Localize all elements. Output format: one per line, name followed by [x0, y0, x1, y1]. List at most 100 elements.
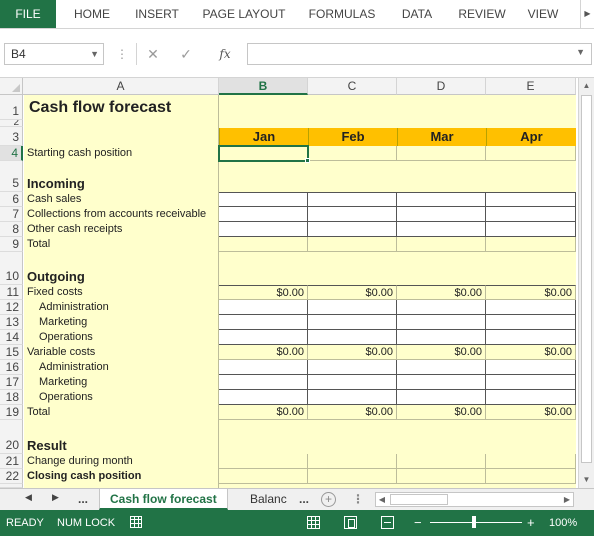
- incoming-item-cash-sales[interactable]: Cash sales: [24, 192, 218, 207]
- select-all-corner[interactable]: [0, 78, 23, 95]
- cell-e17[interactable]: [486, 375, 576, 390]
- row-header-20[interactable]: 20: [0, 420, 23, 454]
- scroll-left-icon[interactable]: ◀: [376, 493, 388, 506]
- page-break-preview-icon[interactable]: [381, 516, 394, 529]
- cell-b16[interactable]: [219, 360, 308, 375]
- tab-formulas[interactable]: FORMULAS: [302, 0, 382, 28]
- row-header-22[interactable]: 22: [0, 469, 23, 484]
- row-header-3[interactable]: 3: [0, 127, 23, 146]
- chevron-down-icon[interactable]: ▼: [90, 44, 99, 64]
- change-during-month-label[interactable]: Change during month: [24, 454, 218, 469]
- cell-b18[interactable]: [219, 390, 308, 405]
- tab-scroll-right-icon[interactable]: ▶: [52, 492, 59, 503]
- variable-item-administration[interactable]: Administration: [24, 360, 218, 375]
- cell-e12[interactable]: [486, 300, 576, 315]
- outgoing-total-label[interactable]: Total: [24, 405, 218, 420]
- row-header-7[interactable]: 7: [0, 207, 23, 222]
- column-header-d[interactable]: D: [397, 78, 486, 95]
- cell-d8[interactable]: [397, 222, 486, 237]
- cell-b7[interactable]: [219, 207, 308, 222]
- tab-page-layout[interactable]: PAGE LAYOUT: [196, 0, 292, 28]
- scrollbar-thumb[interactable]: [581, 95, 592, 463]
- variable-costs-label[interactable]: Variable costs: [24, 345, 218, 360]
- resize-handle-icon[interactable]: ⋮: [352, 492, 364, 506]
- scroll-up-icon[interactable]: ▲: [579, 79, 594, 93]
- variable-item-operations[interactable]: Operations: [24, 390, 218, 405]
- cell-e15[interactable]: $0.00: [486, 345, 576, 360]
- cell-d14[interactable]: [397, 330, 486, 345]
- scroll-right-icon[interactable]: ▶: [561, 493, 573, 506]
- cell-d12[interactable]: [397, 300, 486, 315]
- column-header-e[interactable]: E: [486, 78, 576, 95]
- result-heading[interactable]: Result: [24, 438, 218, 454]
- cell-d13[interactable]: [397, 315, 486, 330]
- zoom-slider-thumb[interactable]: [472, 516, 476, 528]
- cell-d17[interactable]: [397, 375, 486, 390]
- add-sheet-icon[interactable]: +: [321, 492, 336, 507]
- column-header-a[interactable]: A: [23, 78, 219, 95]
- row-header-19[interactable]: 19: [0, 405, 23, 420]
- zoom-level[interactable]: 100%: [549, 517, 577, 529]
- row-header-5[interactable]: 5: [0, 161, 23, 192]
- row-header-4[interactable]: 4: [0, 146, 23, 161]
- month-header-apr[interactable]: Apr: [486, 128, 576, 146]
- scroll-down-icon[interactable]: ▼: [579, 473, 594, 487]
- cell-e4[interactable]: [486, 146, 576, 161]
- row-header-16[interactable]: 16: [0, 360, 23, 375]
- cell-d15[interactable]: $0.00: [397, 345, 486, 360]
- selected-cell-b4[interactable]: [218, 145, 309, 162]
- fixed-item-marketing[interactable]: Marketing: [24, 315, 218, 330]
- cell-e22[interactable]: [486, 469, 576, 484]
- cell-e9[interactable]: [486, 237, 576, 252]
- row-header-13[interactable]: 13: [0, 315, 23, 330]
- normal-view-icon[interactable]: [307, 516, 320, 529]
- row-header-11[interactable]: 11: [0, 285, 23, 300]
- cell-c19[interactable]: $0.00: [308, 405, 397, 420]
- fixed-costs-label[interactable]: Fixed costs: [24, 285, 218, 300]
- cell-c15[interactable]: $0.00: [308, 345, 397, 360]
- row-header-2[interactable]: 2: [0, 120, 23, 127]
- closing-cash-label[interactable]: Closing cash position: [24, 469, 218, 484]
- tab-insert[interactable]: INSERT: [126, 0, 188, 28]
- cell-d19[interactable]: $0.00: [397, 405, 486, 420]
- column-header-b[interactable]: B: [219, 78, 308, 95]
- variable-item-marketing[interactable]: Marketing: [24, 375, 218, 390]
- incoming-item-other-receipts[interactable]: Other cash receipts: [24, 222, 218, 237]
- row-header-18[interactable]: 18: [0, 390, 23, 405]
- cell-e19[interactable]: $0.00: [486, 405, 576, 420]
- cell-c6[interactable]: [308, 192, 397, 207]
- cell-b9[interactable]: [219, 237, 308, 252]
- page-layout-view-icon[interactable]: [344, 516, 357, 529]
- cell-d21[interactable]: [397, 454, 486, 469]
- cell-e11[interactable]: $0.00: [486, 285, 576, 300]
- ribbon-scroll-right-icon[interactable]: ▶: [580, 0, 594, 28]
- row-header-6[interactable]: 6: [0, 192, 23, 207]
- sheet-tabs-overflow-left[interactable]: ...: [78, 492, 88, 506]
- cell-c8[interactable]: [308, 222, 397, 237]
- fixed-item-operations[interactable]: Operations: [24, 330, 218, 345]
- starting-cash-label[interactable]: Starting cash position: [24, 146, 218, 161]
- cell-b19[interactable]: $0.00: [219, 405, 308, 420]
- cell-b6[interactable]: [219, 192, 308, 207]
- zoom-out-icon[interactable]: −: [414, 515, 422, 530]
- cell-b14[interactable]: [219, 330, 308, 345]
- sheet-tab-balance[interactable]: Balanc: [240, 489, 297, 510]
- incoming-heading[interactable]: Incoming: [24, 176, 218, 192]
- expand-formula-bar-icon[interactable]: ▼: [576, 47, 585, 57]
- cell-d4[interactable]: [397, 146, 486, 161]
- month-header-jan[interactable]: Jan: [219, 128, 308, 146]
- cell-b22[interactable]: [219, 469, 308, 484]
- tab-home[interactable]: HOME: [62, 0, 122, 28]
- cell-c22[interactable]: [308, 469, 397, 484]
- cell-d7[interactable]: [397, 207, 486, 222]
- month-header-feb[interactable]: Feb: [308, 128, 397, 146]
- cell-d22[interactable]: [397, 469, 486, 484]
- cell-c7[interactable]: [308, 207, 397, 222]
- tab-scroll-left-icon[interactable]: ◀: [25, 492, 32, 503]
- cell-c21[interactable]: [308, 454, 397, 469]
- cell-c18[interactable]: [308, 390, 397, 405]
- tab-file[interactable]: FILE: [0, 0, 56, 28]
- cell-b12[interactable]: [219, 300, 308, 315]
- cell-e7[interactable]: [486, 207, 576, 222]
- cell-c13[interactable]: [308, 315, 397, 330]
